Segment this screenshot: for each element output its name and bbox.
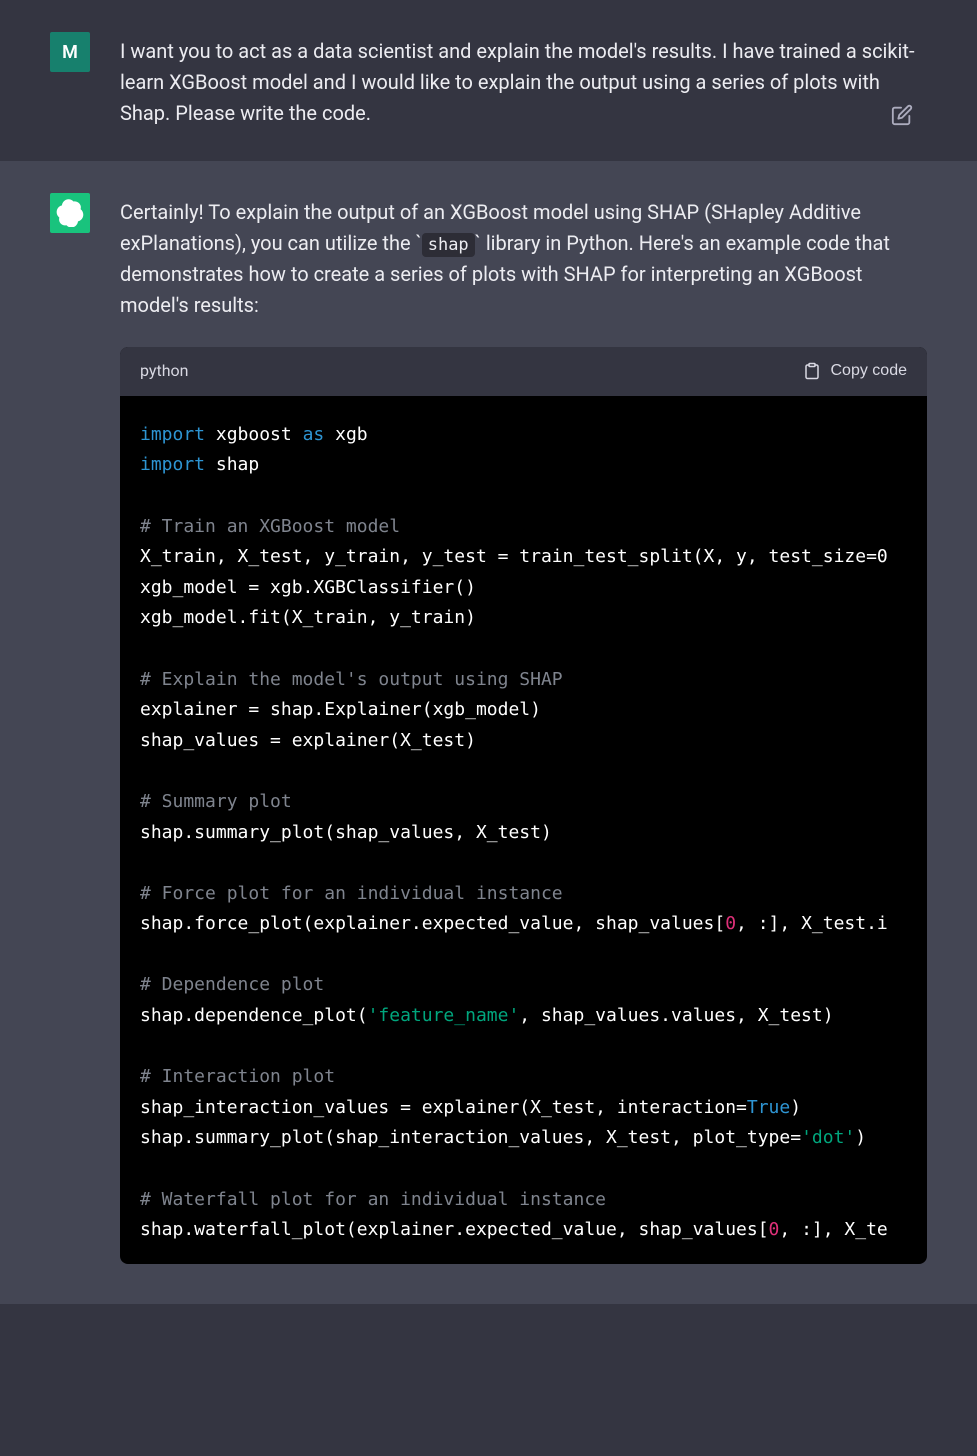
code-token: , shap_values.values, X_test) xyxy=(519,1005,833,1026)
copy-code-button[interactable]: Copy code xyxy=(803,362,908,380)
user-message: M I want you to act as a data scientist … xyxy=(0,0,977,161)
code-token: , :], X_test.i xyxy=(736,913,888,934)
assistant-content: Certainly! To explain the output of an X… xyxy=(120,193,927,1264)
code-token: shap.force_plot(explainer.expected_value… xyxy=(140,913,725,934)
user-avatar: M xyxy=(50,32,90,72)
code-token: 0 xyxy=(725,913,736,934)
code-token: as xyxy=(303,424,325,445)
code-line: shap.summary_plot(shap_values, X_test) xyxy=(140,822,552,843)
assistant-intro: Certainly! To explain the output of an X… xyxy=(120,197,927,321)
code-token: 0 xyxy=(769,1219,780,1240)
code-token: shap.dependence_plot( xyxy=(140,1005,368,1026)
code-block-body[interactable]: import xgboost as xgb import shap # Trai… xyxy=(120,396,927,1264)
code-token: shap xyxy=(205,454,259,475)
user-text: I want you to act as a data scientist an… xyxy=(120,36,927,129)
code-line: explainer = shap.Explainer(xgb_model) xyxy=(140,699,541,720)
user-avatar-letter: M xyxy=(62,42,78,63)
assistant-avatar xyxy=(50,193,90,233)
code-comment: # Train an XGBoost model xyxy=(140,516,400,537)
code-line: xgb_model = xgb.XGBClassifier() xyxy=(140,577,476,598)
code-token: xgb xyxy=(324,424,367,445)
code-comment: # Dependence plot xyxy=(140,974,324,995)
code-line: shap_values = explainer(X_test) xyxy=(140,730,476,751)
code-token: shap_interaction_values = explainer(X_te… xyxy=(140,1097,747,1118)
user-content: I want you to act as a data scientist an… xyxy=(120,32,927,129)
code-block: python Copy code import xgboost as xgb i… xyxy=(120,347,927,1264)
code-token: shap.summary_plot(shap_interaction_value… xyxy=(140,1127,801,1148)
code-token: 'dot' xyxy=(801,1127,855,1148)
backtick: ` xyxy=(416,231,422,255)
code-token: import xyxy=(140,424,205,445)
code-line: xgb_model.fit(X_train, y_train) xyxy=(140,607,476,628)
code-comment: # Waterfall plot for an individual insta… xyxy=(140,1189,606,1210)
assistant-logo-icon xyxy=(56,199,84,227)
code-token: xgboost xyxy=(205,424,303,445)
code-comment: # Force plot for an individual instance xyxy=(140,883,563,904)
code-token: True xyxy=(747,1097,790,1118)
code-token: ) xyxy=(790,1097,801,1118)
code-comment: # Summary plot xyxy=(140,791,292,812)
code-token: shap.waterfall_plot(explainer.expected_v… xyxy=(140,1219,769,1240)
code-token: ) xyxy=(855,1127,866,1148)
code-token: import xyxy=(140,454,205,475)
code-line: X_train, X_test, y_train, y_test = train… xyxy=(140,546,888,567)
copy-code-label: Copy code xyxy=(831,362,908,380)
code-language-label: python xyxy=(140,359,188,384)
assistant-message: Certainly! To explain the output of an X… xyxy=(0,161,977,1304)
edit-button[interactable] xyxy=(887,100,917,133)
code-token: 'feature_name' xyxy=(368,1005,520,1026)
code-comment: # Interaction plot xyxy=(140,1066,335,1087)
code-comment: # Explain the model's output using SHAP xyxy=(140,669,563,690)
inline-code-shap: shap xyxy=(422,233,475,257)
code-block-header: python Copy code xyxy=(120,347,927,396)
code-token: , :], X_te xyxy=(779,1219,887,1240)
edit-icon xyxy=(891,104,913,126)
clipboard-icon xyxy=(803,362,821,380)
